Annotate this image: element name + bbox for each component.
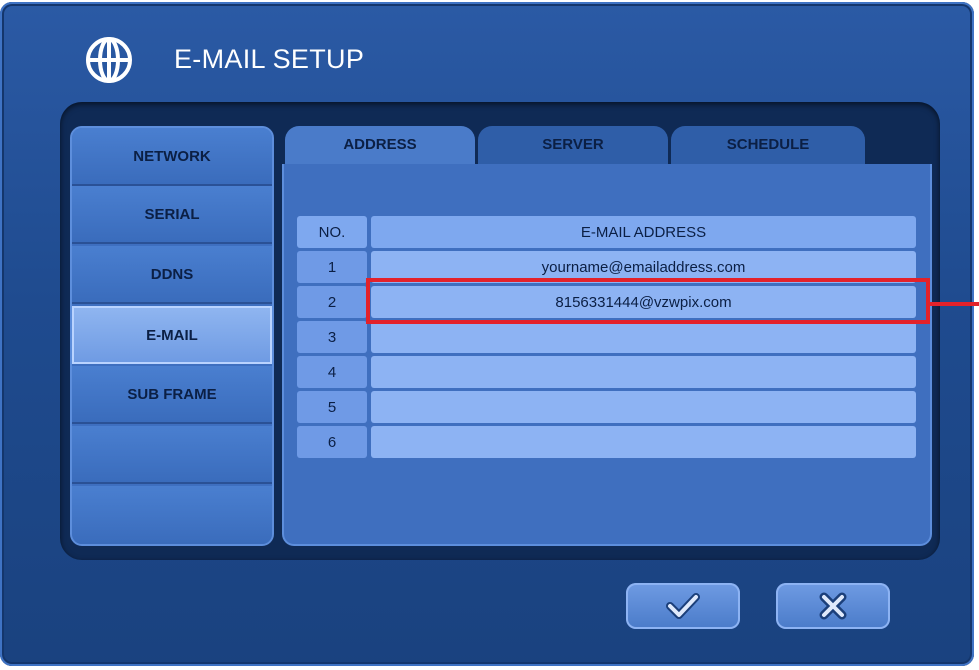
table-row-no: 4 (297, 356, 367, 388)
globe-icon (86, 37, 132, 83)
sidebar: NETWORK SERIAL DDNS E-MAIL SUB FRAME (70, 126, 274, 546)
tab-address[interactable]: ADDRESS (285, 126, 475, 168)
sidebar-item-sub-frame[interactable]: SUB FRAME (72, 366, 272, 424)
table-row-no: 2 (297, 286, 367, 318)
table-row-no: 6 (297, 426, 367, 458)
close-icon (819, 592, 847, 620)
sidebar-item-serial[interactable]: SERIAL (72, 186, 272, 244)
table-header-email-address: E-MAIL ADDRESS (371, 216, 916, 248)
table-header-no: NO. (297, 216, 367, 248)
highlight-box (366, 278, 930, 324)
highlight-pointer-line (930, 302, 979, 306)
tab-server[interactable]: SERVER (478, 126, 668, 166)
email-address-field[interactable] (371, 391, 916, 423)
email-address-field[interactable] (371, 321, 916, 353)
email-address-field[interactable] (371, 426, 916, 458)
checkmark-icon (666, 593, 700, 619)
sidebar-item-email[interactable]: E-MAIL (72, 306, 272, 364)
table-row-no: 3 (297, 321, 367, 353)
confirm-button[interactable] (626, 583, 740, 629)
tab-schedule[interactable]: SCHEDULE (671, 126, 865, 166)
email-address-field[interactable] (371, 356, 916, 388)
sidebar-item-empty-2 (72, 486, 272, 544)
sidebar-item-ddns[interactable]: DDNS (72, 246, 272, 304)
sidebar-item-network[interactable]: NETWORK (72, 128, 272, 186)
table-row-no: 5 (297, 391, 367, 423)
cancel-button[interactable] (776, 583, 890, 629)
table-row-no: 1 (297, 251, 367, 283)
page-title: E-MAIL SETUP (174, 44, 365, 74)
sidebar-item-empty-1 (72, 426, 272, 484)
